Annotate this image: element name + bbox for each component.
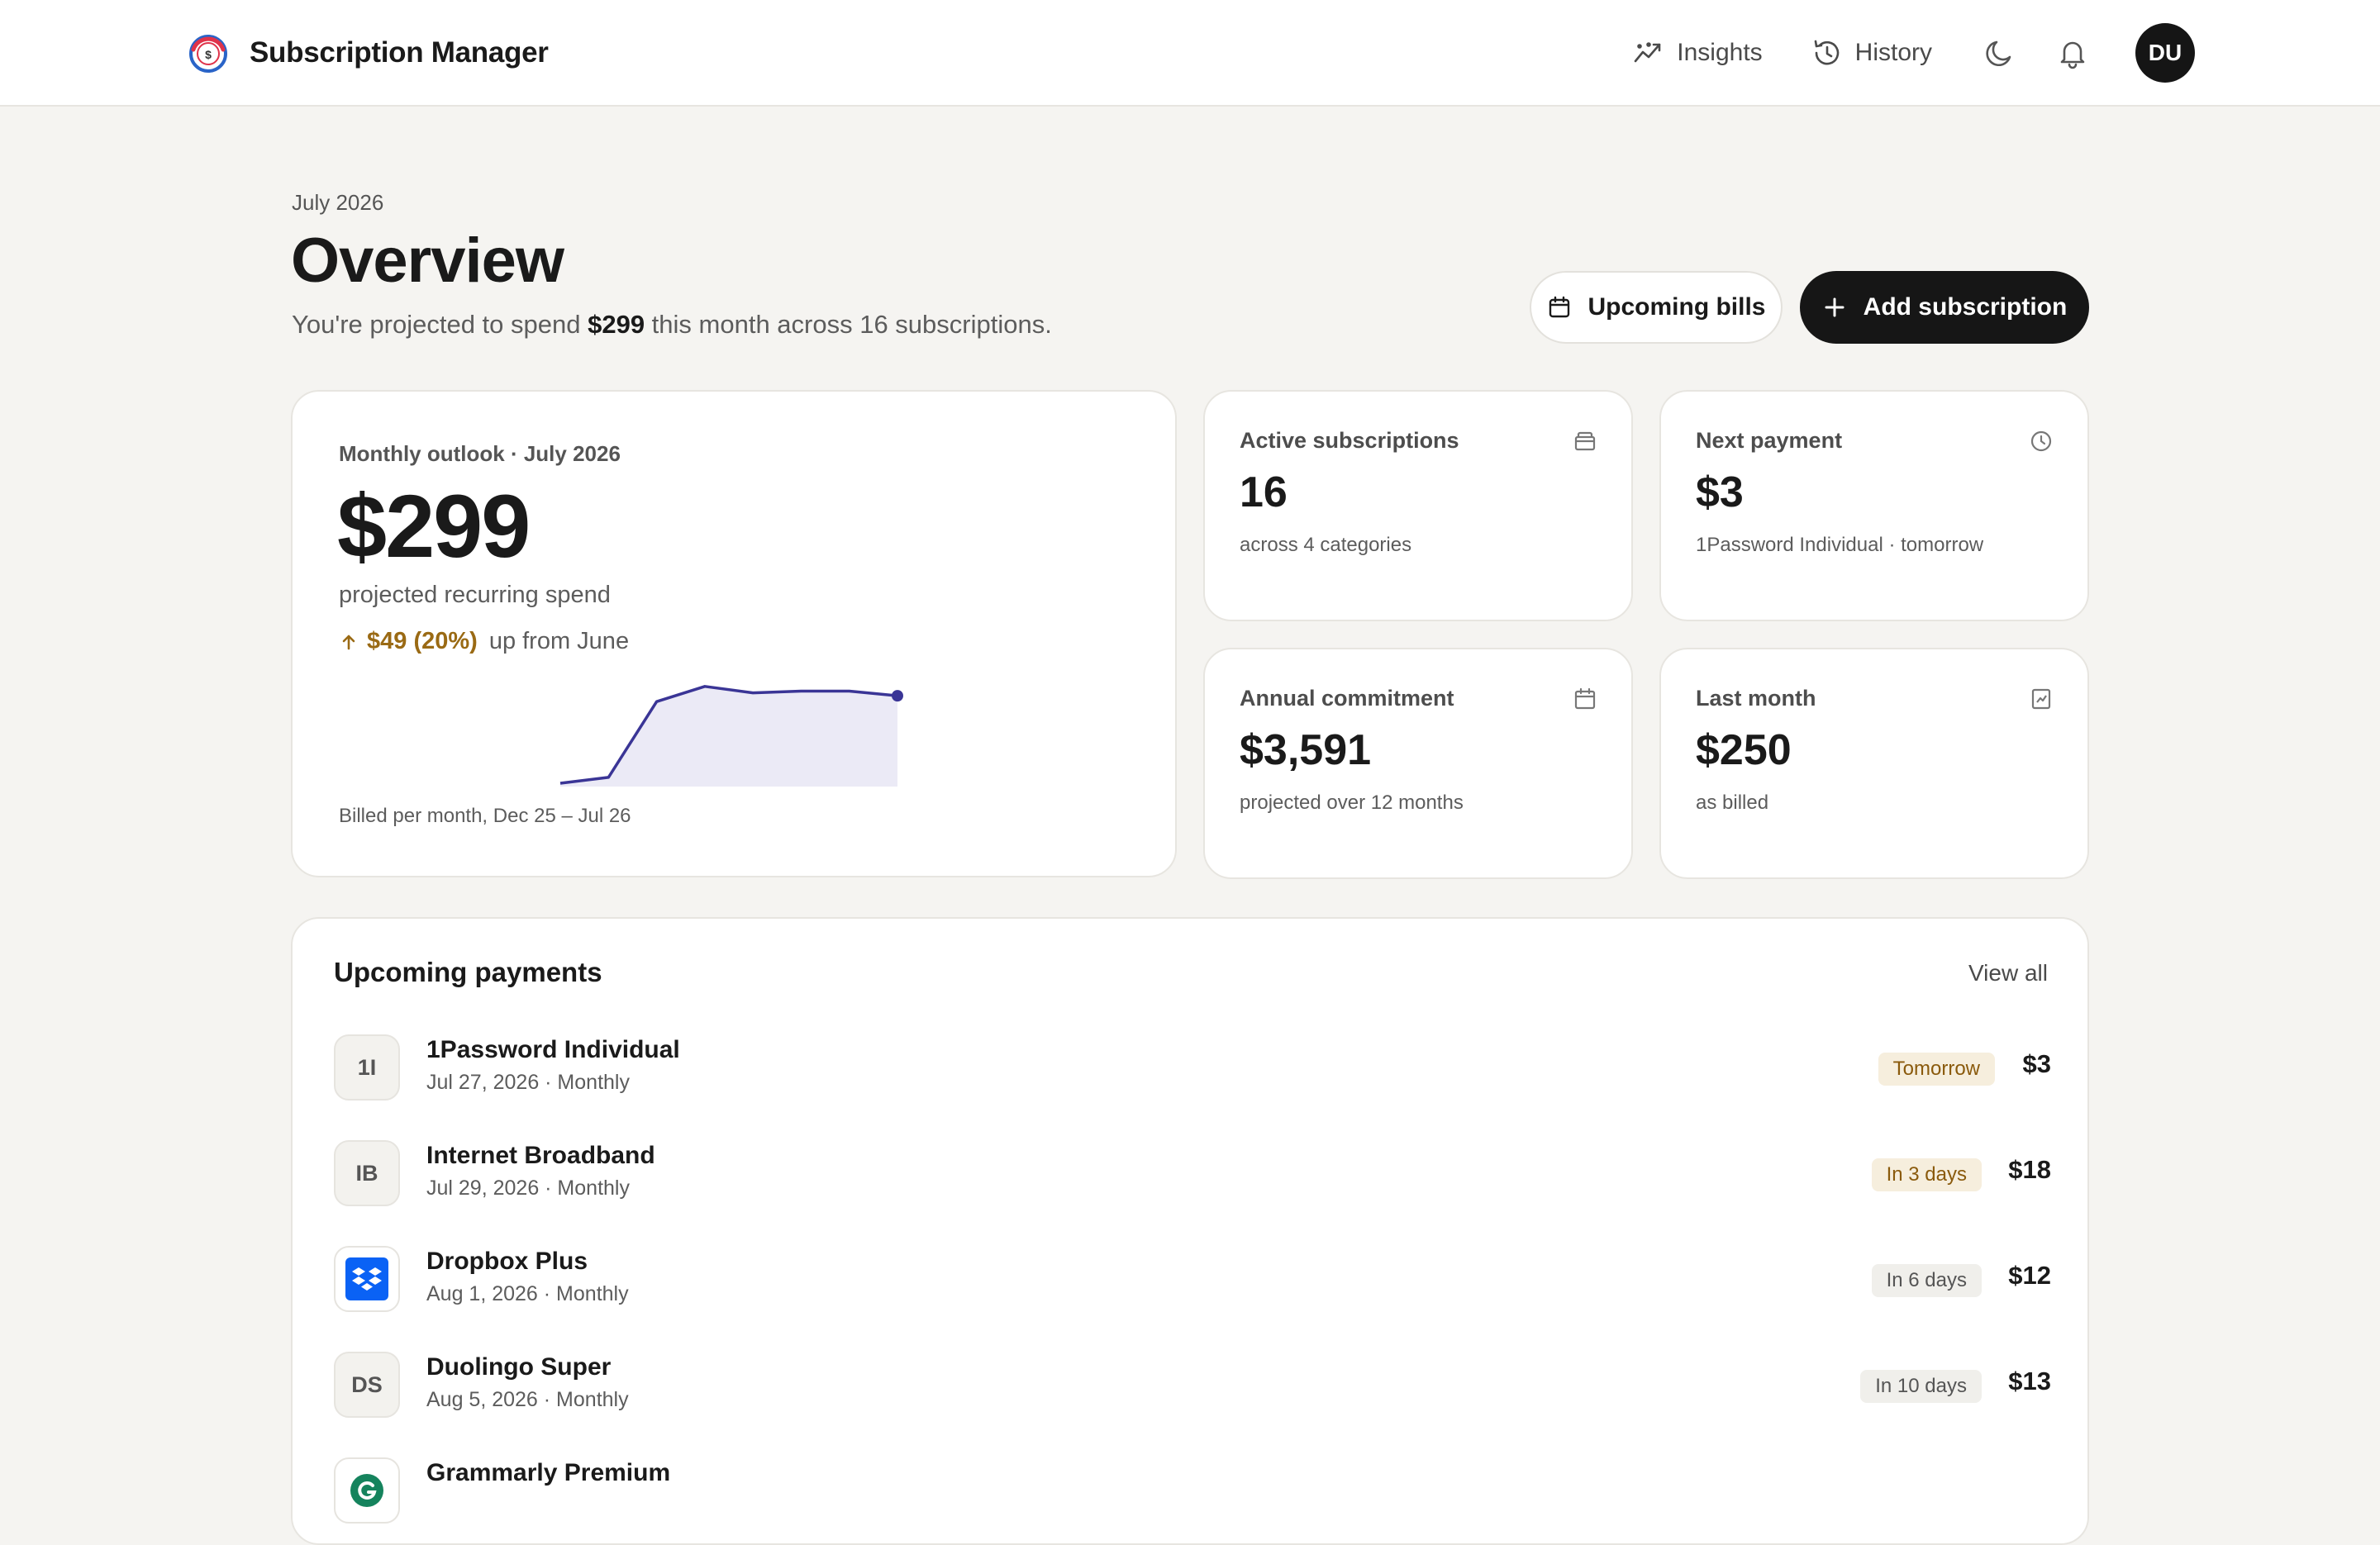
subscription-name: 1Password Individual — [426, 1036, 680, 1063]
stat-label: Last month — [1696, 686, 1816, 711]
stat-value: 16 — [1240, 468, 1288, 516]
subscription-name: Internet Broadband — [426, 1142, 655, 1169]
subscription-avatar: 1I — [334, 1034, 400, 1101]
subscription-avatar: DS — [334, 1352, 400, 1418]
subscription-avatar — [334, 1457, 400, 1524]
due-badge: In 3 days — [1871, 1158, 1982, 1191]
subscription-name: Grammarly Premium — [426, 1459, 671, 1486]
history-icon — [1814, 40, 1839, 65]
nav-insights-label: Insights — [1677, 39, 1763, 66]
nav-history-label: History — [1854, 39, 1932, 66]
trend-icon — [1634, 42, 1661, 63]
stat-subtext: across 4 categories — [1240, 534, 1412, 556]
stat-label: Next payment — [1696, 428, 1843, 453]
stat-value: $250 — [1696, 726, 1792, 774]
calendar-icon — [1574, 687, 1596, 710]
calendar-icon — [1549, 296, 1570, 318]
plus-icon — [1825, 297, 1844, 317]
stat-card-annual-commitment: Annual commitment $3,591 projected over … — [1203, 648, 1633, 879]
subscription-amount: $13 — [2008, 1367, 2051, 1395]
list-item[interactable]: DS Duolingo Super Aug 5, 2026 · Monthly … — [334, 1352, 2051, 1418]
stat-value: $3 — [1696, 468, 1744, 516]
subtitle-amount: $299 — [588, 310, 645, 339]
list-item[interactable]: IB Internet Broadband Jul 29, 2026 · Mon… — [334, 1140, 2051, 1206]
bell-icon — [2060, 41, 2085, 69]
top-bar: $ Subscription Manager Insights History — [0, 0, 2380, 107]
outlook-amount: $299 — [337, 476, 531, 576]
wallet-icon — [1574, 431, 1596, 451]
app-logo-icon: $ — [189, 35, 227, 73]
due-badge: In 6 days — [1871, 1264, 1982, 1297]
subscription-meta: Aug 1, 2026 · Monthly — [426, 1282, 629, 1305]
page-title: Overview — [291, 226, 564, 296]
stat-card-last-month: Last month $250 as billed — [1659, 648, 2089, 879]
nav-history[interactable]: History — [1811, 36, 1932, 69]
subscription-amount: $12 — [2008, 1261, 2051, 1290]
list-item[interactable]: Dropbox Plus Aug 1, 2026 · Monthly In 6 … — [334, 1246, 2051, 1312]
stat-subtext: as billed — [1696, 792, 1769, 814]
sparkline-current-point — [892, 690, 903, 702]
subscription-avatar: IB — [334, 1140, 400, 1206]
upcoming-title: Upcoming payments — [334, 957, 602, 987]
delta-value: $49 (20%) — [367, 628, 478, 654]
stat-card-next-payment: Next payment $3 1Password Individual · t… — [1659, 390, 2089, 621]
top-nav: Insights History DU — [1632, 22, 2195, 83]
stat-subtext: 1Password Individual · tomorrow — [1696, 534, 1984, 556]
theme-toggle-button[interactable] — [1980, 33, 2020, 73]
moon-icon — [1986, 40, 2011, 67]
dropbox-icon — [345, 1257, 388, 1300]
outlook-delta: $49 (20%) up from June — [339, 628, 629, 655]
notifications-button[interactable] — [2053, 33, 2092, 73]
svg-text:$: $ — [205, 48, 212, 61]
spend-sparkline — [559, 685, 903, 787]
subscription-meta: Jul 27, 2026 · Monthly — [426, 1071, 630, 1094]
due-badge: In 10 days — [1860, 1370, 1982, 1403]
due-badge: Tomorrow — [1878, 1053, 1995, 1086]
view-all-link[interactable]: View all — [1968, 960, 2048, 986]
monthly-outlook-card: Monthly outlook · July 2026 $299 project… — [291, 390, 1177, 877]
outlook-caption: projected recurring spend — [339, 582, 611, 608]
subscription-name: Dropbox Plus — [426, 1248, 588, 1275]
add-subscription-button[interactable]: Add subscription — [1800, 271, 2089, 344]
subscription-amount: $3 — [2022, 1049, 2051, 1078]
nav-insights[interactable]: Insights — [1632, 36, 1763, 69]
add-subscription-label: Add subscription — [1863, 293, 2068, 321]
clock-icon — [2030, 430, 2052, 452]
subscription-meta: Jul 29, 2026 · Monthly — [426, 1177, 630, 1200]
subtitle-prefix: You're projected to spend — [292, 310, 588, 339]
stat-label: Annual commitment — [1240, 686, 1454, 711]
period-label: July 2026 — [292, 190, 384, 215]
avatar[interactable]: DU — [2135, 23, 2195, 83]
stat-label: Active subscriptions — [1240, 428, 1459, 453]
upcoming-payments-card: Upcoming payments View all 1I 1Password … — [291, 917, 2089, 1545]
outlook-label: Monthly outlook · July 2026 — [339, 441, 621, 466]
stat-subtext: projected over 12 months — [1240, 792, 1464, 814]
list-item[interactable]: 1I 1Password Individual Jul 27, 2026 · M… — [334, 1034, 2051, 1101]
grammarly-icon — [350, 1474, 383, 1507]
upcoming-bills-label: Upcoming bills — [1587, 293, 1766, 321]
outlook-footnote: Billed per month, Dec 25 – Jul 26 — [339, 805, 631, 827]
page-subtitle: You're projected to spend $299 this mont… — [292, 310, 1052, 340]
stat-value: $3,591 — [1240, 726, 1372, 774]
subtitle-suffix: this month across 16 subscriptions. — [645, 310, 1052, 339]
list-item[interactable]: Grammarly Premium — [334, 1457, 2051, 1524]
brand[interactable]: $ Subscription Manager — [187, 31, 549, 74]
subscription-meta: Aug 5, 2026 · Monthly — [426, 1388, 629, 1411]
subscription-amount: $18 — [2008, 1155, 2051, 1184]
receipt-icon — [2031, 688, 2051, 710]
subscription-avatar — [334, 1246, 400, 1312]
app-title: Subscription Manager — [250, 36, 549, 69]
stat-card-active-subscriptions: Active subscriptions 16 across 4 categor… — [1203, 390, 1633, 621]
delta-text: up from June — [488, 628, 630, 654]
arrow-up-icon — [342, 635, 355, 649]
upcoming-bills-button[interactable]: Upcoming bills — [1530, 271, 1783, 344]
subscription-name: Duolingo Super — [426, 1353, 612, 1381]
